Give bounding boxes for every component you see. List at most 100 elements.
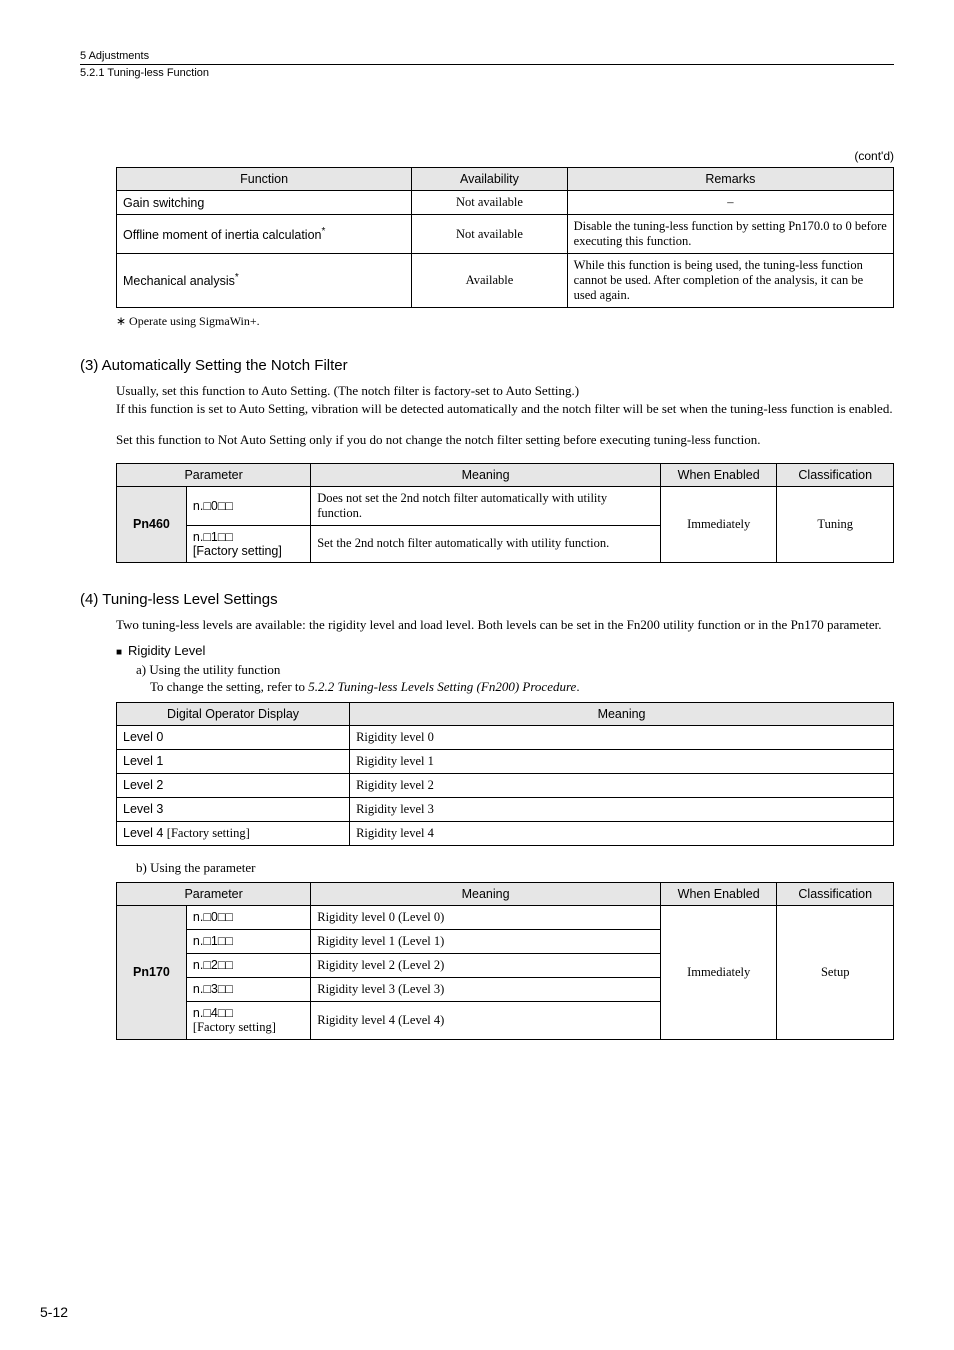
cell-meaning: Rigidity level 0 (Level 0)	[311, 905, 661, 929]
cell-meaning: Rigidity level 4	[350, 821, 894, 845]
rigidity-heading: ■ Rigidity Level	[116, 643, 894, 658]
cell-level: Level 2	[117, 773, 350, 797]
table-row: Level 0 Rigidity level 0	[117, 725, 894, 749]
table-pn170: Parameter Meaning When Enabled Classific…	[116, 882, 894, 1040]
param-value-text: n.□1□□	[193, 530, 233, 544]
cell-availability: Not available	[412, 215, 567, 254]
cell-function: Gain switching	[117, 191, 412, 215]
para: If this function is set to Auto Setting,…	[116, 400, 894, 418]
cell-function: Offline moment of inertia calculation*	[117, 215, 412, 254]
cell-level: Level 3	[117, 797, 350, 821]
cell-when: Immediately	[660, 905, 777, 1039]
text-italic: 5.2.2 Tuning-less Levels Setting (Fn200)…	[308, 679, 576, 694]
chapter-label: 5 Adjustments	[80, 50, 894, 62]
cell-meaning: Rigidity level 2	[350, 773, 894, 797]
rigidity-label: Rigidity Level	[128, 643, 205, 658]
item-a-text: To change the setting, refer to 5.2.2 Tu…	[150, 678, 894, 696]
cell-remarks: While this function is being used, the t…	[567, 254, 893, 308]
footnote-star: *	[321, 226, 325, 237]
th-meaning: Meaning	[350, 702, 894, 725]
cell-meaning: Rigidity level 4 (Level 4)	[311, 1001, 661, 1039]
param-value: n.□2□□	[186, 953, 310, 977]
table-header-row: Digital Operator Display Meaning	[117, 702, 894, 725]
param-name: Pn170	[117, 905, 187, 1039]
cell-function: Mechanical analysis*	[117, 254, 412, 308]
cell-level: Level 0	[117, 725, 350, 749]
page-number: 5-12	[40, 1304, 68, 1320]
cell-text: Offline moment of inertia calculation	[123, 228, 321, 242]
table-header-row: Function Availability Remarks	[117, 168, 894, 191]
param-value: n.□1□□	[186, 929, 310, 953]
table-row: Offline moment of inertia calculation* N…	[117, 215, 894, 254]
para: Two tuning-less levels are available: th…	[116, 616, 894, 634]
param-value: n.□0□□	[186, 486, 310, 525]
cell-meaning: Does not set the 2nd notch filter automa…	[311, 486, 661, 525]
table-row: Level 1 Rigidity level 1	[117, 749, 894, 773]
cell-classification: Tuning	[777, 486, 894, 562]
table-functions: Function Availability Remarks Gain switc…	[116, 167, 894, 308]
param-value: n.□3□□	[186, 977, 310, 1001]
footnote-text: ∗ Operate using SigmaWin+.	[116, 314, 894, 329]
cell-availability: Not available	[412, 191, 567, 215]
table-row: Mechanical analysis* Available While thi…	[117, 254, 894, 308]
table-row: Pn460 n.□0□□ Does not set the 2nd notch …	[117, 486, 894, 525]
th-when: When Enabled	[660, 463, 777, 486]
factory-setting: [Factory setting]	[167, 826, 250, 840]
th-meaning: Meaning	[311, 463, 661, 486]
th-meaning: Meaning	[311, 882, 661, 905]
th-remarks: Remarks	[567, 168, 893, 191]
square-bullet-icon: ■	[116, 647, 122, 658]
param-value: n.□0□□	[186, 905, 310, 929]
section-heading-4: (4) Tuning-less Level Settings	[80, 591, 894, 608]
table-header-row: Parameter Meaning When Enabled Classific…	[117, 882, 894, 905]
cell-meaning: Rigidity level 0	[350, 725, 894, 749]
th-classification: Classification	[777, 463, 894, 486]
th-classification: Classification	[777, 882, 894, 905]
para: Set this function to Not Auto Setting on…	[116, 431, 894, 449]
item-b-label: b) Using the parameter	[136, 860, 894, 876]
table-row: Level 3 Rigidity level 3	[117, 797, 894, 821]
section-heading-3: (3) Automatically Setting the Notch Filt…	[80, 357, 894, 374]
th-when: When Enabled	[660, 882, 777, 905]
table-levels: Digital Operator Display Meaning Level 0…	[116, 702, 894, 846]
table-pn460: Parameter Meaning When Enabled Classific…	[116, 463, 894, 563]
th-function: Function	[117, 168, 412, 191]
cell-level: Level 4 [Factory setting]	[117, 821, 350, 845]
param-value: n.□1□□ [Factory setting]	[186, 525, 310, 562]
cell-meaning: Set the 2nd notch filter automatically w…	[311, 525, 661, 562]
table-row: Pn170 n.□0□□ Rigidity level 0 (Level 0) …	[117, 905, 894, 929]
cell-meaning: Rigidity level 3	[350, 797, 894, 821]
param-value: n.□4□□ [Factory setting]	[186, 1001, 310, 1039]
table-row: Gain switching Not available –	[117, 191, 894, 215]
cell-meaning: Rigidity level 1	[350, 749, 894, 773]
cell-meaning: Rigidity level 3 (Level 3)	[311, 977, 661, 1001]
cell-when: Immediately	[660, 486, 777, 562]
subsection-label: 5.2.1 Tuning-less Function	[80, 67, 894, 79]
th-parameter: Parameter	[117, 463, 311, 486]
cell-level: Level 1	[117, 749, 350, 773]
item-a-label: a) Using the utility function	[136, 662, 894, 678]
cell-classification: Setup	[777, 905, 894, 1039]
th-availability: Availability	[412, 168, 567, 191]
cell-text: Mechanical analysis	[123, 275, 235, 289]
text-suffix: .	[576, 679, 579, 694]
th-display: Digital Operator Display	[117, 702, 350, 725]
param-name: Pn460	[117, 486, 187, 562]
cell-meaning: Rigidity level 2 (Level 2)	[311, 953, 661, 977]
table-row: Level 2 Rigidity level 2	[117, 773, 894, 797]
para: Usually, set this function to Auto Setti…	[116, 382, 894, 400]
cell-remarks: Disable the tuning-less function by sett…	[567, 215, 893, 254]
header-rule	[80, 64, 894, 65]
factory-setting: [Factory setting]	[193, 544, 282, 558]
cell-availability: Available	[412, 254, 567, 308]
contd-label: (cont'd)	[116, 149, 894, 163]
text-prefix: To change the setting, refer to	[150, 679, 308, 694]
cell-level-prefix: Level 4	[123, 826, 167, 840]
cell-remarks: –	[567, 191, 893, 215]
factory-setting: [Factory setting]	[193, 1020, 276, 1034]
table-row: Level 4 [Factory setting] Rigidity level…	[117, 821, 894, 845]
th-parameter: Parameter	[117, 882, 311, 905]
cell-meaning: Rigidity level 1 (Level 1)	[311, 929, 661, 953]
footnote-star: *	[235, 272, 239, 283]
param-value-text: n.□4□□	[193, 1006, 233, 1020]
